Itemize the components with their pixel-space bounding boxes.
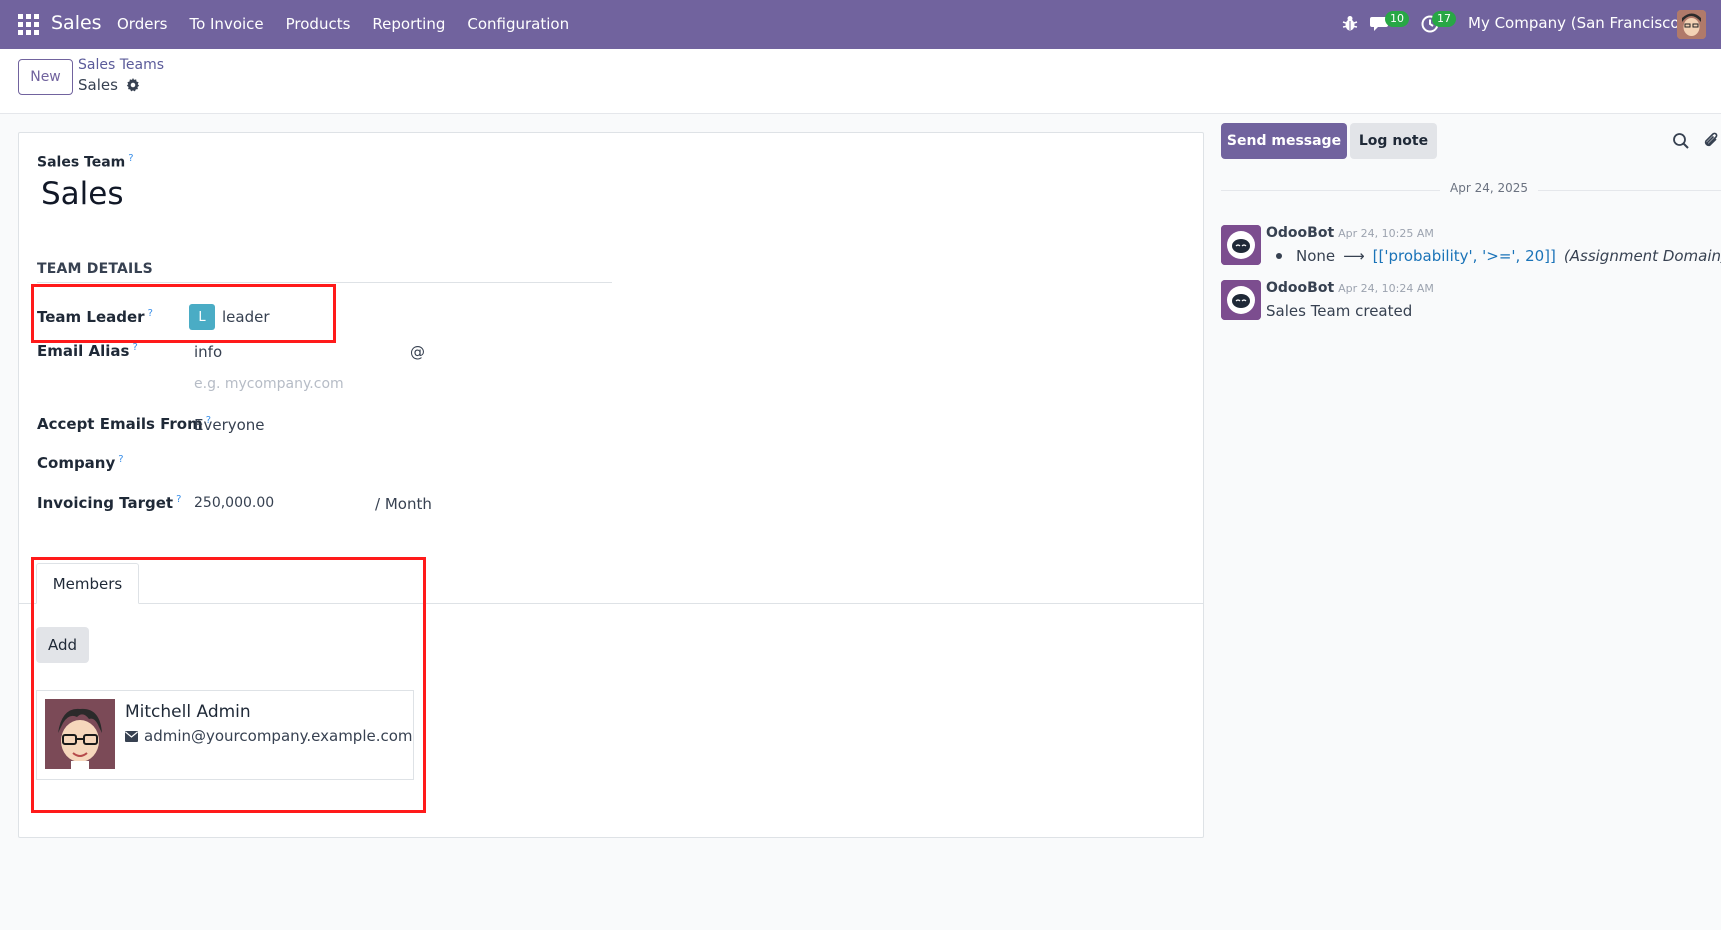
tracking-new-value: [['probability', '>=', 20]] [1372,247,1556,265]
menu-orders[interactable]: Orders [117,15,167,33]
debug-bug-icon[interactable] [1342,14,1358,32]
main-menu: Orders To Invoice Products Reporting Con… [117,15,591,33]
message-author: OdooBot Apr 24, 10:24 AM [1266,280,1434,296]
tracking-old-value: None [1296,247,1336,265]
email-alias-field[interactable]: info [194,343,222,361]
help-icon[interactable]: ? [176,494,181,505]
section-team-details: TEAM DETAILS [37,261,153,277]
invoicing-target-label: Invoicing Target? [37,494,181,512]
menu-to-invoice[interactable]: To Invoice [189,15,263,33]
paperclip-icon[interactable] [1702,131,1720,151]
company-switcher[interactable]: My Company (San Francisco) [1468,14,1685,32]
message-author-name[interactable]: OdooBot [1266,225,1334,241]
tracking-value: None ⟶ [['probability', '>=', 20]] (Assi… [1276,247,1721,265]
menu-configuration[interactable]: Configuration [467,15,569,33]
accept-emails-select[interactable]: Everyone [194,416,265,434]
app-name[interactable]: Sales [51,12,102,34]
send-message-button[interactable]: Send message [1221,123,1347,159]
breadcrumb-current-label: Sales [78,76,118,94]
invoicing-target-field[interactable]: 250,000.00 [194,495,274,511]
tracking-field-name: (Assignment Domain) [1563,247,1721,265]
odoobot-avatar [1221,225,1261,265]
bullet [1276,253,1282,259]
new-button[interactable]: New [18,59,73,95]
email-alias-label: Email Alias? [37,342,138,360]
breadcrumb-current: Sales [78,76,140,94]
user-avatar[interactable] [1677,10,1706,39]
gear-icon[interactable] [126,78,140,92]
menu-reporting[interactable]: Reporting [372,15,445,33]
chatter: Send message Log note Apr 24, 2025 OdooB… [1204,114,1721,930]
odoobot-avatar [1221,280,1261,320]
highlight-team-leader [31,284,336,343]
company-label-text: Company [37,454,116,472]
message-author: OdooBot Apr 24, 10:25 AM [1266,225,1434,241]
menu-products[interactable]: Products [286,15,351,33]
invoicing-target-label-text: Invoicing Target [37,494,174,512]
accept-emails-label-text: Accept Emails From [37,415,203,433]
help-icon[interactable]: ? [132,342,137,353]
messages-count-badge: 10 [1385,11,1409,27]
section-divider [37,282,612,283]
breadcrumb-sales-teams[interactable]: Sales Teams [78,57,164,73]
form-sheet: Sales Team? Sales TEAM DETAILS Team Lead… [18,132,1205,838]
accept-emails-label: Accept Emails From? [37,415,211,433]
email-domain-field[interactable]: e.g. mycompany.com [194,376,344,392]
message-time: Apr 24, 10:25 AM [1338,227,1434,240]
top-navbar: Sales Orders To Invoice Products Reporti… [0,0,1721,49]
message-time: Apr 24, 10:24 AM [1338,282,1434,295]
email-alias-label-text: Email Alias [37,342,130,360]
invoicing-target-unit: / Month [375,495,432,513]
apps-menu-icon[interactable] [18,14,39,35]
sales-team-label-text: Sales Team [37,154,126,171]
message-body: Sales Team created [1266,302,1413,320]
company-label: Company? [37,454,124,472]
highlight-members-section [31,557,426,813]
message-author-name[interactable]: OdooBot [1266,280,1334,296]
log-note-button[interactable]: Log note [1350,123,1437,159]
search-icon[interactable] [1672,132,1690,150]
activities-count-badge: 17 [1432,11,1456,27]
help-icon[interactable]: ? [128,153,133,164]
arrow-right-icon: ⟶ [1343,247,1365,265]
email-alias-at-sign: @ [410,343,425,361]
help-icon[interactable]: ? [118,454,123,465]
date-separator: Apr 24, 2025 [1440,181,1539,195]
sales-team-label: Sales Team? [37,153,134,171]
sales-team-name-field[interactable]: Sales [41,176,124,212]
control-panel: New Sales Teams Sales [0,49,1721,114]
